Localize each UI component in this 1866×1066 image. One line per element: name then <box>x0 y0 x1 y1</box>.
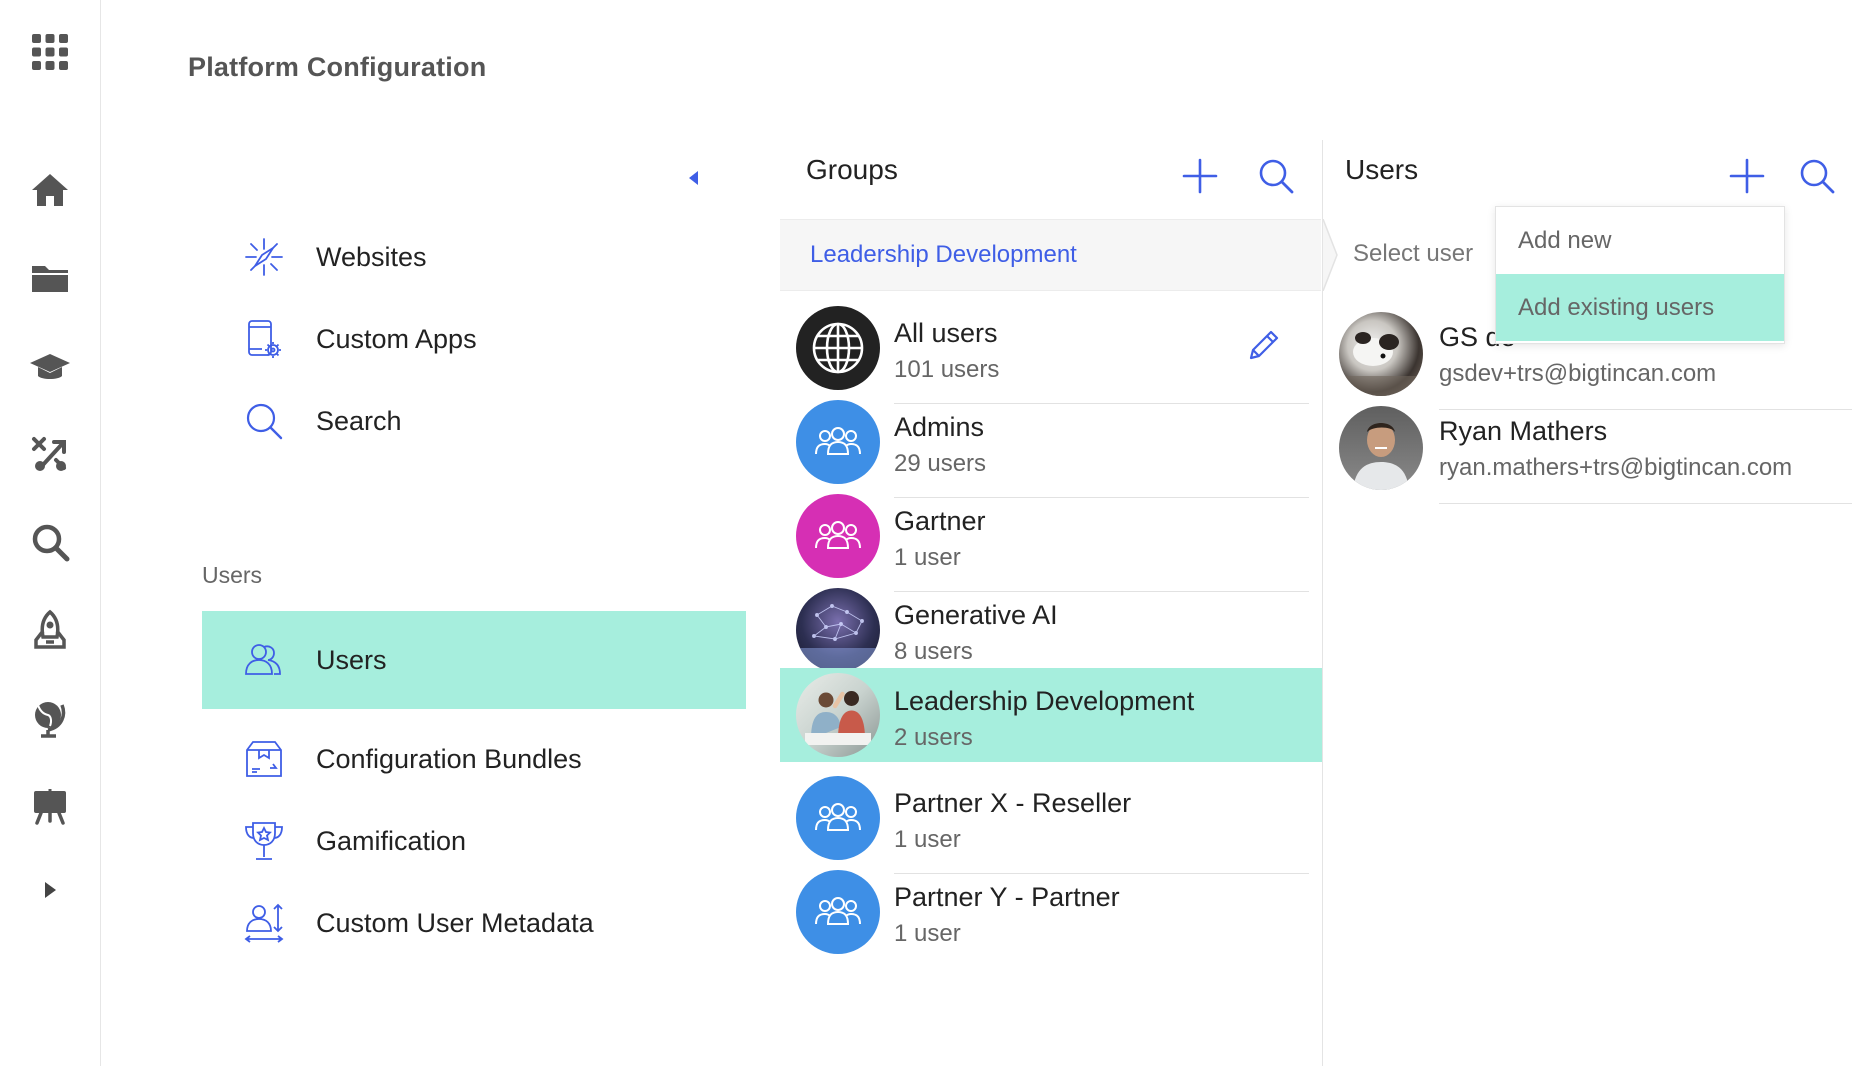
box-icon <box>242 737 286 781</box>
globe-icon[interactable] <box>26 694 74 742</box>
people-photo-avatar <box>796 673 880 757</box>
group-name: All users <box>894 318 998 348</box>
groups-panel: Groups Leadership Development All users … <box>780 130 1323 1066</box>
nav-item-label: Websites <box>316 241 427 272</box>
select-user-label: Select user <box>1353 240 1474 267</box>
edit-group-button[interactable] <box>1243 326 1283 366</box>
nav-section-label: Users <box>202 562 263 588</box>
folder-icon[interactable] <box>26 254 74 302</box>
nav-item-label: Custom User Metadata <box>316 907 594 938</box>
nav-item-label: Custom Apps <box>316 323 477 354</box>
presentation-icon[interactable] <box>26 782 74 830</box>
group-row-partner-y-partner[interactable]: Partner Y - Partner 1 user <box>780 856 1323 968</box>
compass-icon <box>242 235 286 279</box>
rocket-icon[interactable] <box>26 606 74 654</box>
search-icon <box>1259 159 1294 194</box>
user-email: gsdev+trs@bigtincan.com <box>1439 360 1717 387</box>
group-avatar-icon <box>796 494 880 578</box>
users-title: Users <box>1345 154 1419 185</box>
group-avatar-icon <box>796 870 880 954</box>
group-user-count: 2 users <box>894 724 973 751</box>
menu-item-add-new[interactable]: Add new <box>1496 207 1784 274</box>
group-name: Admins <box>894 412 985 442</box>
user-avatar <box>1339 406 1423 490</box>
nav-item-label: Search <box>316 405 402 436</box>
group-name: Partner Y - Partner <box>894 882 1120 912</box>
user-name: Ryan Mathers <box>1439 416 1608 446</box>
add-user-dropdown: Add new Add existing users <box>1495 206 1785 344</box>
group-user-count: 1 user <box>894 544 961 571</box>
group-user-count: 29 users <box>894 450 987 477</box>
home-icon[interactable] <box>26 166 74 214</box>
nav-item-label: Users <box>316 644 387 675</box>
nav-item-label: Configuration Bundles <box>316 743 582 774</box>
group-user-count: 1 user <box>894 826 961 853</box>
collapse-panel-button[interactable] <box>682 166 706 190</box>
nav-item-custom-user-metadata[interactable]: Custom User Metadata <box>202 874 746 972</box>
search-icon <box>1800 159 1835 194</box>
pencil-icon <box>1249 330 1279 360</box>
group-user-count: 1 user <box>894 920 961 947</box>
group-name: Leadership Development <box>894 686 1195 716</box>
search-icon[interactable] <box>26 518 74 566</box>
breadcrumb-arrow-icon <box>1323 219 1338 291</box>
settings-nav: Websites Custom Apps Search Users Users … <box>188 130 748 1066</box>
group-user-count: 101 users <box>894 356 1000 383</box>
network-photo-avatar <box>796 588 880 672</box>
shuffle-icon[interactable] <box>26 430 74 478</box>
row-divider <box>1439 503 1852 504</box>
group-avatar-icon <box>796 776 880 860</box>
page-title: Platform Configuration <box>188 52 487 82</box>
app-window: Platform Configuration Websites Custom A… <box>0 0 1866 1066</box>
user-avatar <box>1339 312 1423 396</box>
menu-item-add-existing-users[interactable]: Add existing users <box>1496 274 1784 341</box>
users-icon <box>242 638 286 682</box>
user-row[interactable]: Ryan Mathers ryan.mathers+trs@bigtincan.… <box>1323 392 1866 504</box>
add-user-button[interactable] <box>1727 156 1767 196</box>
left-rail <box>0 0 101 1066</box>
group-user-count: 8 users <box>894 638 973 665</box>
user-email: ryan.mathers+trs@bigtincan.com <box>1439 454 1793 481</box>
search-users-button[interactable] <box>1797 156 1837 196</box>
apps-grid-icon[interactable] <box>26 28 74 76</box>
nav-item-search[interactable]: Search <box>202 372 746 470</box>
tablet-gear-icon <box>242 317 286 361</box>
group-avatar-icon <box>796 400 880 484</box>
group-row-leadership-development[interactable]: Leadership Development 2 users <box>780 668 1323 762</box>
search-groups-button[interactable] <box>1256 156 1296 196</box>
group-name: Generative AI <box>894 600 1058 630</box>
nav-item-users[interactable]: Users <box>202 611 746 709</box>
plus-icon <box>1729 158 1765 194</box>
group-name: Partner X - Reseller <box>894 788 1132 818</box>
search-icon <box>242 399 286 443</box>
expand-icon[interactable] <box>26 866 74 914</box>
group-breadcrumb[interactable]: Leadership Development <box>780 219 1321 291</box>
group-name: Gartner <box>894 506 986 536</box>
add-group-button[interactable] <box>1180 156 1220 196</box>
graduation-cap-icon[interactable] <box>26 342 74 390</box>
groups-title: Groups <box>806 154 898 185</box>
caret-left-icon <box>689 171 698 185</box>
trophy-icon <box>242 819 286 863</box>
globe-avatar-icon <box>796 306 880 390</box>
user-metadata-icon <box>242 901 286 945</box>
nav-item-label: Gamification <box>316 825 467 856</box>
plus-icon <box>1182 158 1218 194</box>
